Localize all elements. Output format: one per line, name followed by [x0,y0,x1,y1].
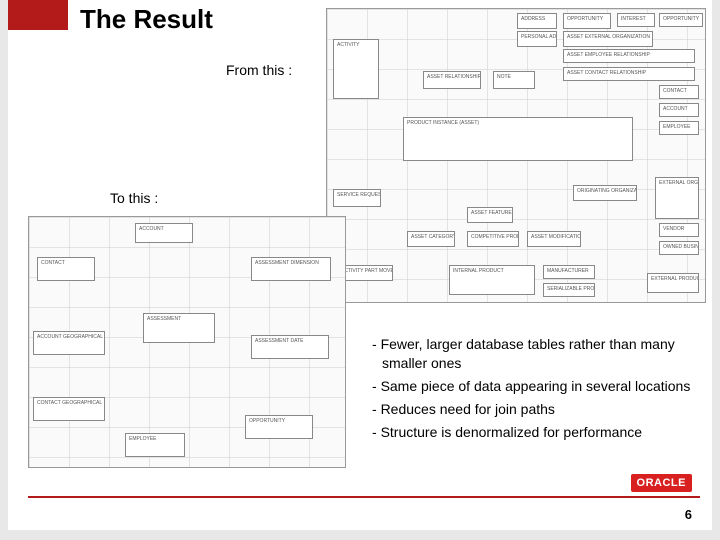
diagram-node: ASSESSMENT DATE [251,335,329,359]
diagram-node: PRODUCT INSTANCE (ASSET) [403,117,633,161]
diagram-node: INTERNAL PRODUCT [449,265,535,295]
page-number: 6 [685,507,692,522]
bullet-list: - Fewer, larger database tables rather t… [368,335,708,445]
diagram-node: ASSET CONTACT RELATIONSHIP [563,67,695,81]
diagram-node: ACCOUNT [135,223,193,243]
diagram-node: NOTE [493,71,535,89]
bullet-item: - Same piece of data appearing in severa… [368,377,708,396]
diagram-node: CONTACT [37,257,95,281]
diagram-node: OPPORTUNITY [659,13,703,27]
diagram-node: ASSET MODIFICATION [527,231,581,247]
diagram-node: ASSESSMENT [143,313,215,343]
oracle-logo-text: ORACLE [631,474,692,492]
diagram-node: ASSET CATEGORY [407,231,455,247]
diagram-node: OPPORTUNITY [245,415,313,439]
diagram-node: EXTERNAL ORGANIZATION [655,177,699,219]
diagram-node: ACCOUNT GEOGRAPHICAL [33,331,105,355]
diagram-node: SERVICE REQUEST [333,189,381,207]
diagram-node: CONTACT [659,85,699,99]
diagram-node: EMPLOYEE [125,433,185,457]
to-label: To this : [110,190,158,206]
diagram-node: EMPLOYEE [659,121,699,135]
bullet-item: - Fewer, larger database tables rather t… [368,335,708,373]
diagram-node: ACTIVITY [333,39,379,99]
slide-title: The Result [80,4,213,35]
diagram-node: VENDOR [659,223,699,237]
diagram-node: ADDRESS [517,13,557,29]
accent-block [8,0,68,30]
bullet-item: - Reduces need for join paths [368,400,708,419]
footer-divider [28,496,700,498]
diagram-node: ASSESSMENT DIMENSION [251,257,331,281]
bullet-item: - Structure is denormalized for performa… [368,423,708,442]
oracle-logo: ORACLE [631,473,692,492]
diagram-node: CONTACT GEOGRAPHICAL [33,397,105,421]
diagram-node: EXTERNAL PRODUCT [647,273,699,293]
diagram-node: COMPETITIVE PRODUCT [467,231,519,247]
diagram-node: ASSET FEATURE [467,207,513,223]
diagram-complex: ACTIVITY ADDRESS PERSONAL ADDRESS OPPORT… [326,8,706,303]
diagram-node: MANUFACTURER [543,265,595,279]
diagram-node: ASSET RELATIONSHIP [423,71,481,89]
diagram-node: ASSET EXTERNAL ORGANIZATION [563,31,653,47]
diagram-node: SERIALIZABLE PRODUCT [543,283,595,297]
diagram-simplified: ACCOUNT CONTACT ASSESSMENT DIMENSION ASS… [28,216,346,468]
from-label: From this : [226,62,292,78]
diagram-node: INTEREST [617,13,655,27]
diagram-node: ORIGINATING ORGANIZATION [573,185,637,201]
diagram-node: OWNED BUSINESS UNIT [659,241,699,255]
diagram-node: OPPORTUNITY [563,13,611,29]
diagram-node: PERSONAL ADDRESS [517,31,557,47]
diagram-node: ACCOUNT [659,103,699,117]
diagram-node: ASSET EMPLOYEE RELATIONSHIP [563,49,695,63]
